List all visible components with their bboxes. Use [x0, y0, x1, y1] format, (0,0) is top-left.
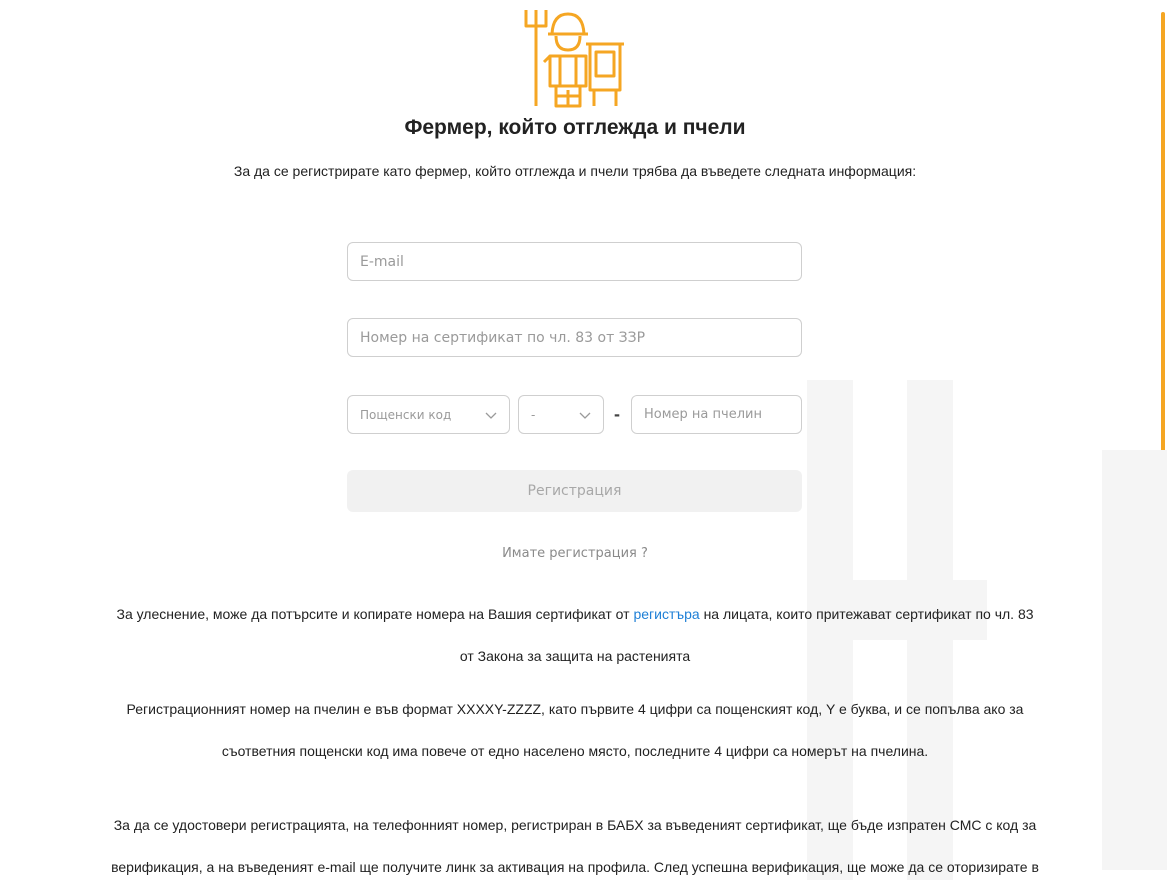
farmer-with-pitchfork-icon: [524, 10, 624, 108]
scrollbar[interactable]: [1161, 12, 1165, 790]
certificate-number-field[interactable]: Номер на сертификат по чл. 83 от ЗЗР: [347, 318, 802, 357]
apiary-format-paragraph: Регистрационният номер на пчелин е във ф…: [0, 688, 1150, 772]
apiary-format-line-1: Регистрационният номер на пчелин е във ф…: [126, 701, 1024, 717]
postcode-suffix-select[interactable]: -: [518, 395, 604, 434]
postcode-select[interactable]: Пощенски код: [347, 395, 510, 434]
certificate-info-line-2: от Закона за защита на растенията: [459, 648, 691, 664]
apiary-placeholder: Номер на пчелин: [644, 407, 762, 422]
email-field[interactable]: E-mail: [347, 242, 802, 281]
postcode-selected-value: Пощенски код: [360, 407, 452, 422]
chevron-down-icon: [579, 412, 591, 419]
register-button[interactable]: Регистрация: [347, 470, 802, 512]
login-link[interactable]: Имате регистрация ?: [0, 546, 1150, 561]
apiary-number-field[interactable]: Номер на пчелин: [631, 395, 802, 434]
page-title: Фермер, който отглежда и пчели: [404, 116, 746, 139]
verification-line-1: За да се удостовери регистрацията, на те…: [113, 817, 1037, 833]
apiary-format-line-2: съответния пощенски код има повече от ед…: [221, 743, 929, 759]
certificate-info-paragraph: За улеснение, може да потърсите и копира…: [0, 593, 1150, 677]
verification-line-2: верификация, а на въведеният e-mail ще п…: [111, 859, 1039, 875]
apiary-number-separator: -: [614, 404, 620, 424]
email-placeholder: E-mail: [360, 253, 404, 270]
suffix-selected-value: -: [531, 407, 536, 422]
certificate-placeholder: Номер на сертификат по чл. 83 от ЗЗР: [360, 329, 646, 346]
chevron-down-icon: [485, 412, 497, 419]
registry-link[interactable]: регистъра: [633, 606, 699, 622]
intro-text: За да се регистрирате като фермер, който…: [233, 163, 917, 179]
verification-paragraph: За да се удостовери регистрацията, на те…: [0, 804, 1150, 888]
certificate-info-line-1: За улеснение, може да потърсите и копира…: [116, 606, 1034, 622]
